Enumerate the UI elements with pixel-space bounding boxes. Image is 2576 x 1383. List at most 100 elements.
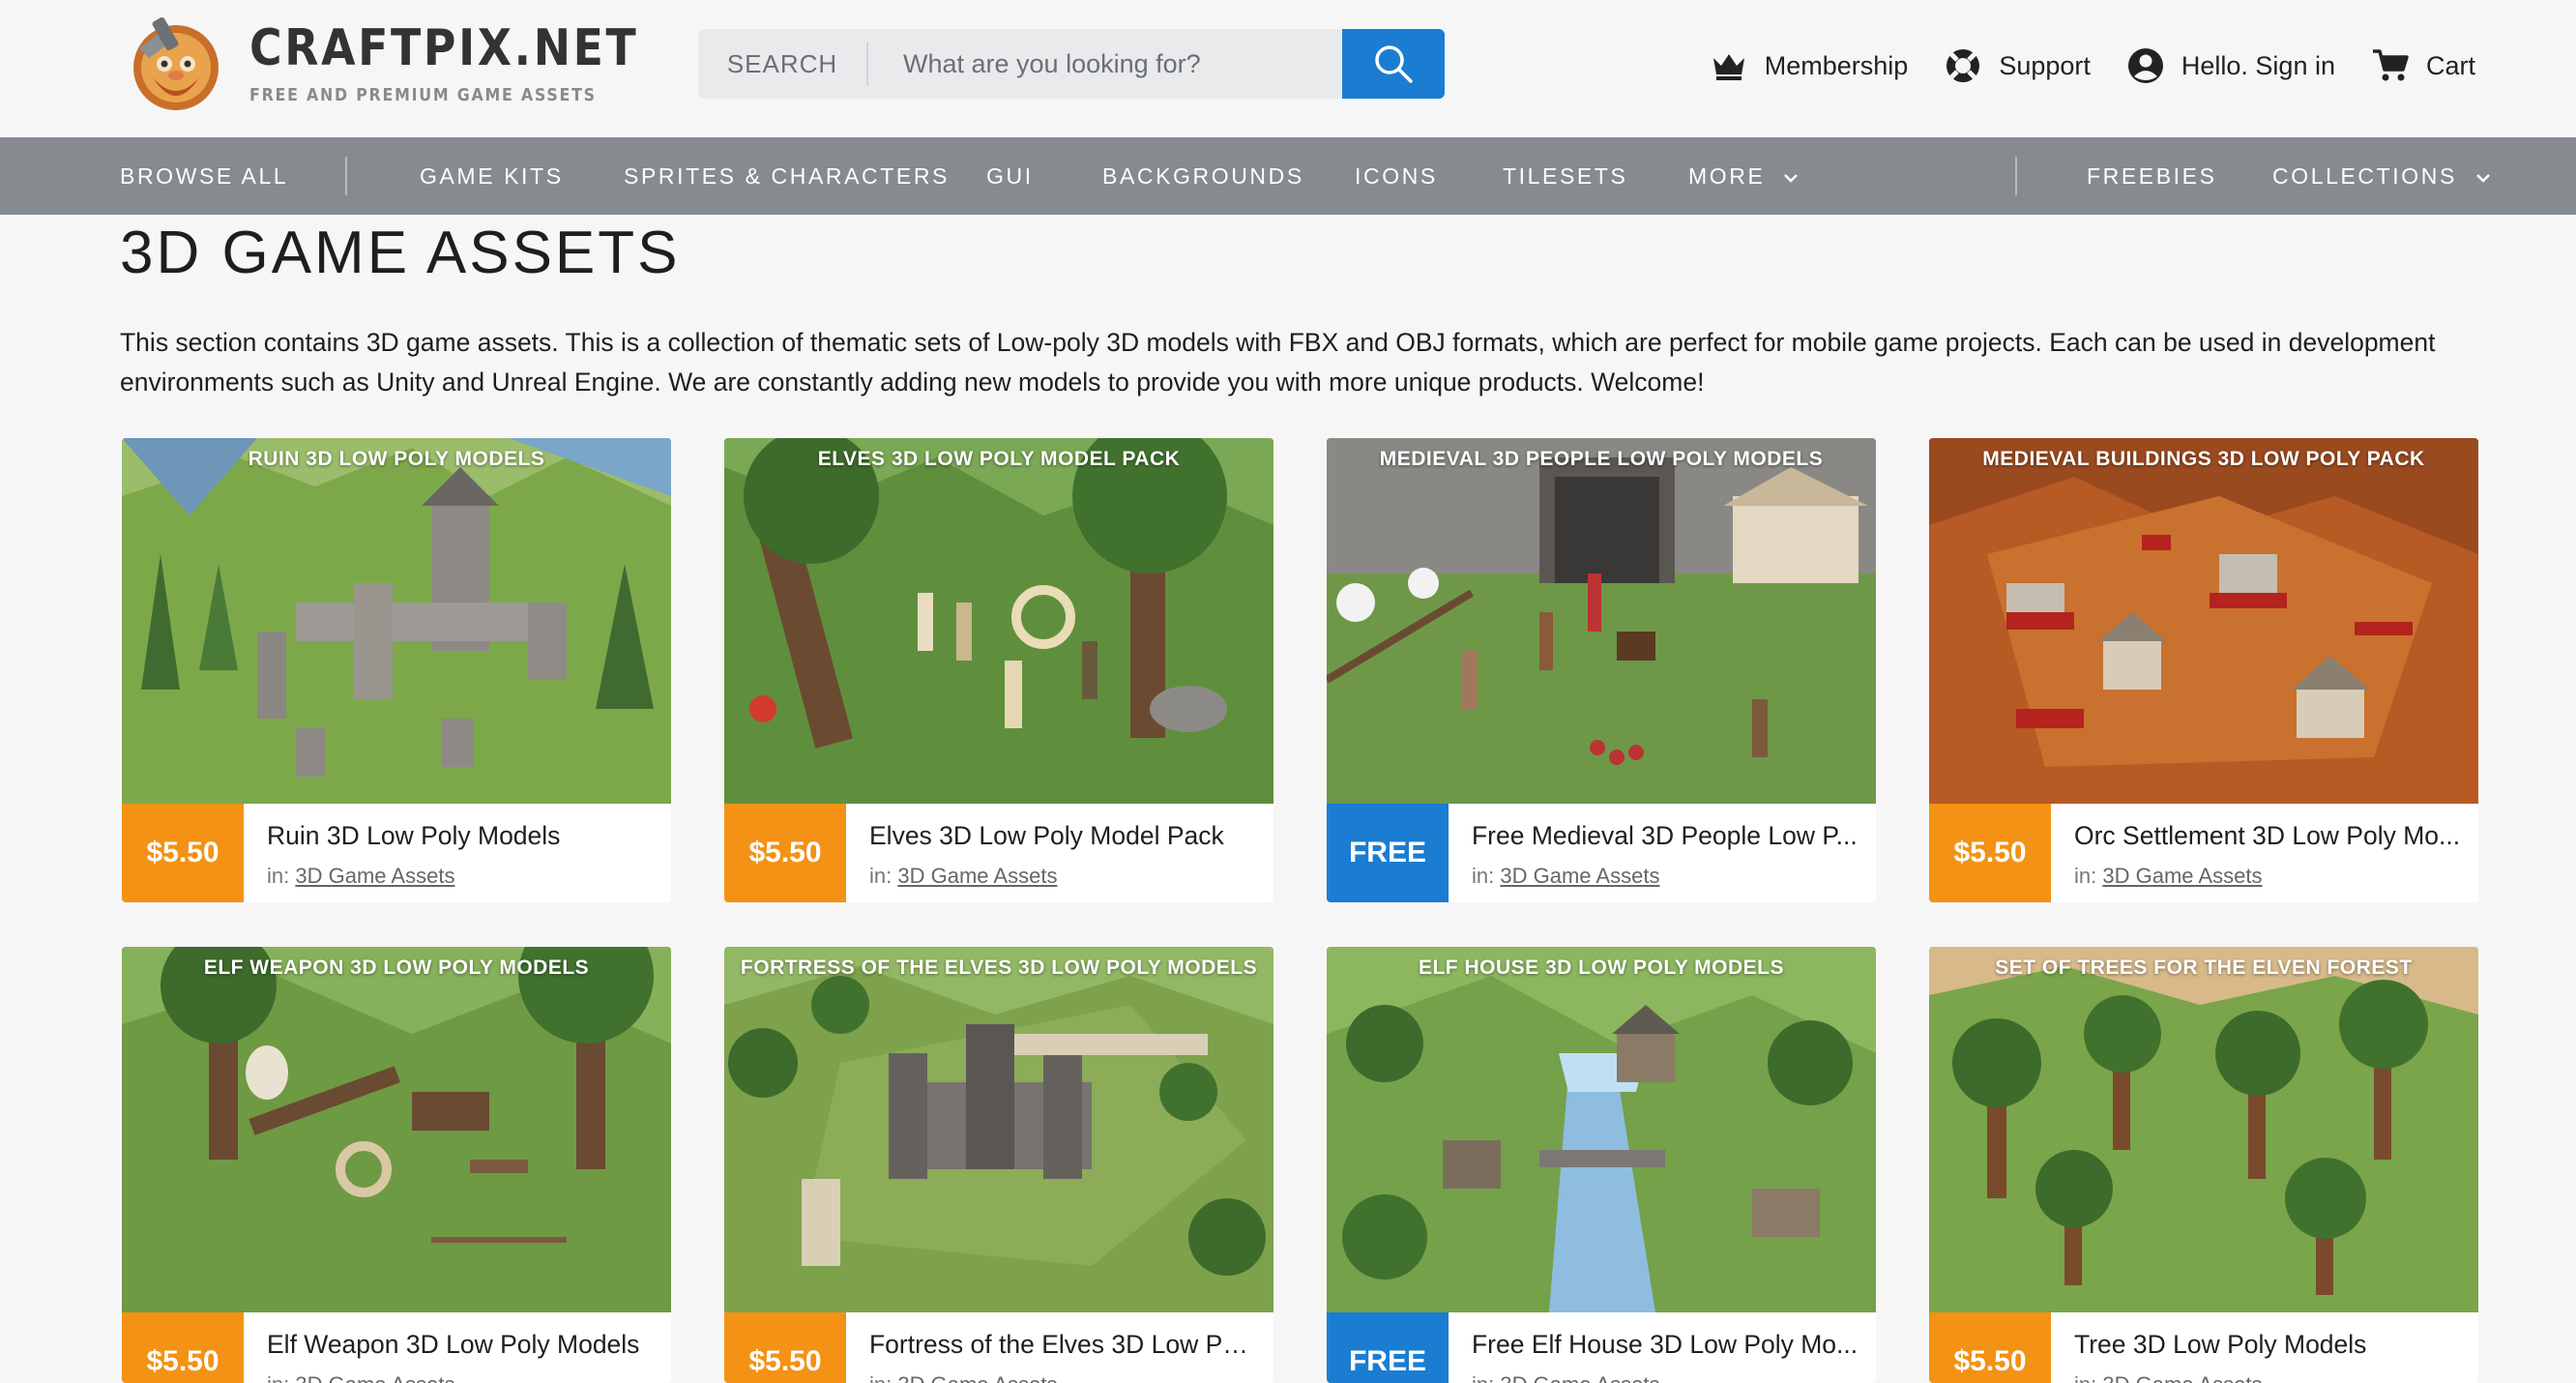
product-title[interactable]: Ruin 3D Low Poly Models <box>267 821 654 851</box>
product-image[interactable]: ELF HOUSE 3D LOW POLY MODELS <box>1327 947 1876 1312</box>
search-label: SEARCH <box>698 43 868 85</box>
elven-trees-scene-image <box>1929 947 2478 1312</box>
product-title[interactable]: Fortress of the Elves 3D Low Po... <box>869 1330 1256 1360</box>
category-nav: BROWSE ALL GAME KITS SPRITES & CHARACTER… <box>0 137 2576 215</box>
nav-collections-label: COLLECTIONS <box>2272 163 2457 189</box>
product-category: in: 3D Game Assets <box>869 864 1057 889</box>
support-label: Support <box>1999 50 2091 80</box>
nav-game-kits[interactable]: GAME KITS <box>420 137 564 215</box>
category-prefix: in: <box>1472 1372 1494 1383</box>
category-link[interactable]: 3D Game Assets <box>2102 1372 2262 1383</box>
user-icon <box>2127 48 2163 83</box>
product-category: in: 3D Game Assets <box>267 1372 454 1383</box>
chevron-down-icon <box>2476 174 2490 183</box>
elves-scene-image <box>724 438 1273 804</box>
lifebuoy-icon <box>1947 49 1980 82</box>
product-card[interactable]: FORTRESS OF THE ELVES 3D LOW POLY MODELS… <box>724 947 1273 1383</box>
nav-more[interactable]: MORE <box>1688 137 1799 215</box>
elf-fortress-scene-image <box>724 947 1273 1312</box>
nav-browse-all[interactable]: BROWSE ALL <box>120 137 288 215</box>
logo[interactable]: CRAFTPIX.NET FREE AND PREMIUM GAME ASSET… <box>120 10 691 118</box>
product-image[interactable]: ELF WEAPON 3D LOW POLY MODELS <box>122 947 671 1312</box>
product-title[interactable]: Elves 3D Low Poly Model Pack <box>869 821 1256 851</box>
category-link[interactable]: 3D Game Assets <box>295 864 454 888</box>
nav-backgrounds[interactable]: BACKGROUNDS <box>1102 137 1304 215</box>
category-link[interactable]: 3D Game Assets <box>295 1372 454 1383</box>
category-link[interactable]: 3D Game Assets <box>2102 864 2262 888</box>
product-image[interactable]: MEDIEVAL 3D PEOPLE LOW POLY MODELS <box>1327 438 1876 804</box>
image-title: ELF HOUSE 3D LOW POLY MODELS <box>1418 956 1785 979</box>
product-category: in: 3D Game Assets <box>1472 1372 1659 1383</box>
search-bar: SEARCH <box>698 29 1445 99</box>
product-card[interactable]: RUIN 3D LOW POLY MODELS $5.50 Ruin 3D Lo… <box>122 438 671 902</box>
crown-icon <box>1712 54 1744 80</box>
product-title[interactable]: Elf Weapon 3D Low Poly Models <box>267 1330 654 1360</box>
category-link[interactable]: 3D Game Assets <box>1500 1372 1659 1383</box>
product-card[interactable]: SET OF TREES FOR THE ELVEN FOREST $5.50 … <box>1929 947 2478 1383</box>
nav-collections[interactable]: COLLECTIONS <box>2272 137 2491 215</box>
section-description: This section contains 3D game assets. Th… <box>120 328 2436 397</box>
product-image[interactable]: MEDIEVAL BUILDINGS 3D LOW POLY PACK <box>1929 438 2478 804</box>
nav-icons[interactable]: ICONS <box>1355 137 1438 215</box>
product-category: in: 3D Game Assets <box>2074 864 2262 889</box>
site-header: CRAFTPIX.NET FREE AND PREMIUM GAME ASSET… <box>0 0 2576 137</box>
membership-link[interactable]: Membership <box>1711 50 1908 81</box>
product-image[interactable]: FORTRESS OF THE ELVES 3D LOW POLY MODELS <box>724 947 1273 1312</box>
product-category: in: 3D Game Assets <box>1472 864 1659 889</box>
cart-icon <box>2372 49 2409 81</box>
header-nav: Membership Support Hello. Sign in Cart <box>1674 39 2475 93</box>
product-title[interactable]: Tree 3D Low Poly Models <box>2074 1330 2461 1360</box>
nav-sprites-characters[interactable]: SPRITES & CHARACTERS <box>624 137 950 215</box>
elf-house-scene-image <box>1327 947 1876 1312</box>
logo-title: CRAFTPIX.NET <box>249 18 639 77</box>
image-title: MEDIEVAL BUILDINGS 3D LOW POLY PACK <box>1982 448 2425 470</box>
image-title: SET OF TREES FOR THE ELVEN FOREST <box>1995 956 2413 979</box>
product-image[interactable]: RUIN 3D LOW POLY MODELS <box>122 438 671 804</box>
dwarf-logo-icon <box>133 16 219 110</box>
nav-tilesets[interactable]: TILESETS <box>1503 137 1627 215</box>
product-title[interactable]: Free Elf House 3D Low Poly Mo... <box>1472 1330 1859 1360</box>
price-badge: $5.50 <box>1929 1312 2051 1383</box>
nav-divider <box>345 157 347 195</box>
price-badge: $5.50 <box>724 1312 846 1383</box>
nav-more-label: MORE <box>1688 163 1766 189</box>
product-card[interactable]: ELVES 3D LOW POLY MODEL PACK $5.50 Elves… <box>724 438 1273 902</box>
product-image[interactable]: ELVES 3D LOW POLY MODEL PACK <box>724 438 1273 804</box>
image-title: MEDIEVAL 3D PEOPLE LOW POLY MODELS <box>1379 448 1824 470</box>
search-button[interactable] <box>1342 29 1445 99</box>
category-prefix: in: <box>869 864 893 888</box>
cart-link[interactable]: Cart <box>2372 48 2475 83</box>
nav-gui[interactable]: GUI <box>986 137 1034 215</box>
product-card[interactable]: ELF HOUSE 3D LOW POLY MODELS FREE Free E… <box>1327 947 1876 1383</box>
category-link[interactable]: 3D Game Assets <box>897 864 1057 888</box>
support-link[interactable]: Support <box>1945 47 2091 84</box>
medieval-people-scene-image <box>1327 438 1876 804</box>
product-title[interactable]: Orc Settlement 3D Low Poly Mo... <box>2074 821 2461 851</box>
product-title[interactable]: Free Medieval 3D People Low P... <box>1472 821 1859 851</box>
price-badge: FREE <box>1327 804 1449 902</box>
price-badge: $5.50 <box>1929 804 2051 902</box>
search-input[interactable] <box>868 29 1342 99</box>
cart-label: Cart <box>2425 50 2475 80</box>
sign-in-link[interactable]: Hello. Sign in <box>2127 47 2335 84</box>
price-badge: $5.50 <box>122 804 244 902</box>
category-prefix: in: <box>869 1372 892 1383</box>
category-link[interactable]: 3D Game Assets <box>1500 864 1659 888</box>
category-prefix: in: <box>267 864 290 888</box>
category-link[interactable]: 3D Game Assets <box>897 1372 1057 1383</box>
ruins-scene-image <box>122 438 671 804</box>
product-card[interactable]: MEDIEVAL BUILDINGS 3D LOW POLY PACK $5.5… <box>1929 438 2478 902</box>
image-title: ELF WEAPON 3D LOW POLY MODELS <box>203 956 590 979</box>
category-prefix: in: <box>267 1372 289 1383</box>
nav-freebies[interactable]: FREEBIES <box>2087 137 2217 215</box>
image-title: ELVES 3D LOW POLY MODEL PACK <box>817 448 1181 470</box>
product-image[interactable]: SET OF TREES FOR THE ELVEN FOREST <box>1929 947 2478 1312</box>
product-category: in: 3D Game Assets <box>869 1372 1057 1383</box>
product-card[interactable]: ELF WEAPON 3D LOW POLY MODELS $5.50 Elf … <box>122 947 671 1383</box>
page-title: 3D GAME ASSETS <box>120 220 681 286</box>
price-badge: $5.50 <box>724 804 846 902</box>
product-category: in: 3D Game Assets <box>2074 1372 2262 1383</box>
elf-weapon-scene-image <box>122 947 671 1312</box>
product-card[interactable]: MEDIEVAL 3D PEOPLE LOW POLY MODELS FREE … <box>1327 438 1876 902</box>
category-prefix: in: <box>1472 864 1495 888</box>
